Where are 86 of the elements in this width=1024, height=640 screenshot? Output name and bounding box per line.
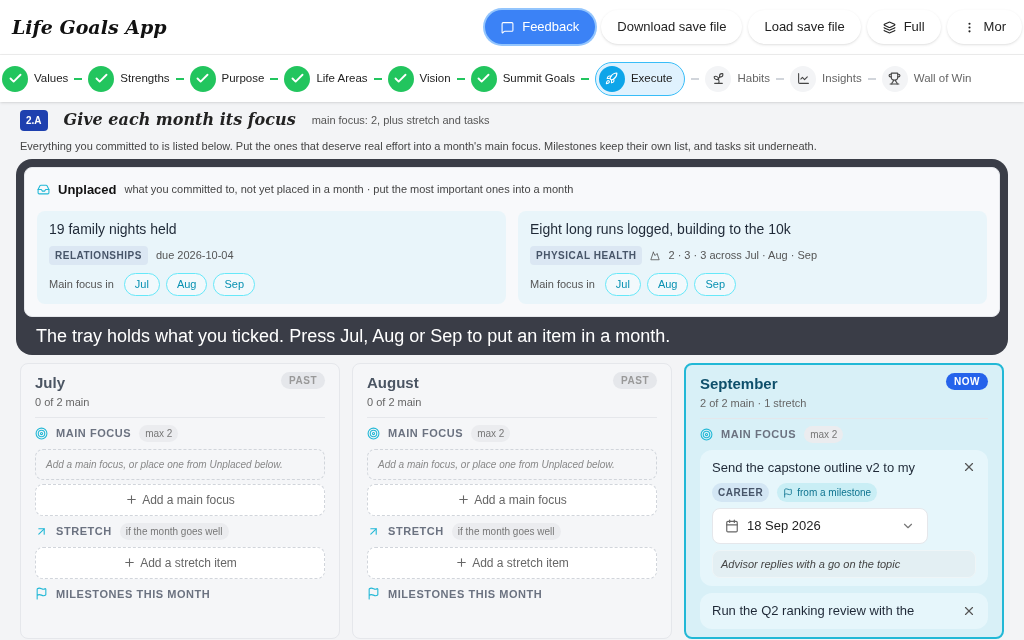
rocket-icon <box>598 65 625 92</box>
plus-icon <box>123 556 137 569</box>
month-name: September <box>700 373 779 394</box>
month-chip[interactable]: Sep <box>694 273 737 296</box>
section-label: STRETCH <box>56 523 112 539</box>
plus-icon <box>455 556 469 569</box>
mountain-icon <box>650 250 661 261</box>
add-stretch-button[interactable]: Add a stretch item <box>367 546 657 579</box>
more-button[interactable]: Mor <box>946 10 1022 44</box>
item-meta: 2 · 3 · 3 across Jul · Aug · Sep <box>668 248 818 264</box>
tray-subtitle: what you committed to, not yet placed in a month · put the most important ones into a month <box>124 182 574 197</box>
empty-hint: Add a main focus, or place one from Unplaced below. <box>35 448 325 480</box>
date-picker[interactable]: 18 Sep 2026 <box>712 508 928 544</box>
month-chip[interactable]: Aug <box>165 273 208 296</box>
app-title: Life Goals App <box>12 14 167 40</box>
empty-hint: Add a main focus, or place one from Unplaced below. <box>367 448 657 480</box>
calendar-icon <box>725 518 739 533</box>
tray-title: Unplaced <box>58 180 117 199</box>
step-tab[interactable]: Purpose <box>189 65 265 92</box>
plus-icon <box>457 493 471 506</box>
target-icon <box>700 427 713 441</box>
focus-title: Run the Q2 ranking review with the <box>712 602 915 620</box>
add-stretch-button[interactable]: Add a stretch item <box>35 546 325 579</box>
full-button[interactable]: Full <box>866 10 941 44</box>
step-tab[interactable]: Vision <box>387 65 451 92</box>
section-label: MAIN FOCUS <box>388 425 464 441</box>
tour-tip: The tray holds what you ticked. Press Jul, Aug or Sep to put an item in a month. <box>35 324 672 347</box>
month-name: August <box>367 372 420 393</box>
month-summary: 0 of 2 main <box>35 395 90 410</box>
area-tag: CAREER <box>712 483 770 502</box>
header-button[interactable]: Download save file <box>601 10 743 44</box>
area-tag: RELATIONSHIPS <box>49 246 148 265</box>
section-title: Give each month its focus <box>63 109 296 131</box>
section-label: STRETCH <box>388 523 444 539</box>
focus-label: Main focus in <box>530 277 595 292</box>
month-badge: PAST <box>281 371 325 389</box>
section-label: MILESTONES THIS MONTH <box>56 586 211 602</box>
section-label: MAIN FOCUS <box>56 425 132 441</box>
step-tab[interactable]: Life Areas <box>284 65 368 92</box>
month-badge: PAST <box>613 371 657 389</box>
flag-icon <box>35 587 48 601</box>
step-tab[interactable]: Strengths <box>88 65 170 92</box>
note-field[interactable]: Advisor replies with a go on the topic <box>712 549 976 578</box>
focus-label: Main focus in <box>49 277 114 292</box>
section-label: MILESTONES THIS MONTH <box>388 586 543 602</box>
step-tab[interactable]: Insights <box>790 65 862 92</box>
step-tab[interactable]: Summit Goals <box>470 65 575 92</box>
step-tab[interactable]: Values <box>2 65 69 92</box>
flag-icon <box>783 487 794 498</box>
month-chip[interactable]: Aug <box>646 273 689 296</box>
section-note: max 2 <box>804 425 844 443</box>
month-chip[interactable]: Sep <box>213 273 256 296</box>
item-meta: due 2026-10-04 <box>155 248 234 264</box>
inbox-icon <box>37 182 50 196</box>
add-main-button[interactable]: Add a main focus <box>35 483 325 516</box>
month-name: July <box>35 372 66 393</box>
area-tag: PHYSICAL HEALTH <box>530 246 643 265</box>
origin-tag: from a milestone <box>777 483 878 502</box>
feedback-button[interactable]: Feedback <box>485 10 596 44</box>
section-note: max 2 <box>139 424 179 442</box>
section-note: if the month goes well <box>119 522 229 540</box>
chat-icon <box>501 20 515 34</box>
target-icon <box>367 426 380 440</box>
section-note: main focus: 2, plus stretch and tasks <box>311 112 490 128</box>
month-summary: 2 of 2 main · 1 stretch <box>700 396 807 411</box>
item-title: 19 family nights held <box>49 220 178 239</box>
flag-icon <box>367 587 380 601</box>
month-badge: NOW <box>946 372 988 390</box>
focus-title: Send the capstone outline v2 to my <box>712 458 916 477</box>
month-chip[interactable]: Jul <box>123 273 160 296</box>
step-tab[interactable]: Execute <box>594 61 686 96</box>
add-main-button[interactable]: Add a main focus <box>367 483 657 516</box>
section-badge: 2.A <box>20 109 48 131</box>
month-chip[interactable]: Jul <box>604 273 641 296</box>
step-tab[interactable]: Habits <box>705 65 771 92</box>
item-title: Eight long runs logged, building to the 10k <box>530 220 792 239</box>
month-summary: 0 of 2 main <box>367 395 422 410</box>
intro-text: Everything you committed to is listed below. Put the ones that deserve real effort into a month's main focus. Milestones keep their own list, and tasks sit underneath. <box>20 139 818 154</box>
target-icon <box>35 426 48 440</box>
section-note: max 2 <box>471 424 511 442</box>
plus-icon <box>125 493 139 506</box>
header-button[interactable]: Load save file <box>748 10 861 44</box>
section-label: MAIN FOCUS <box>721 426 797 442</box>
layers-icon <box>882 20 896 34</box>
section-note: if the month goes well <box>451 522 561 540</box>
step-tab[interactable]: Wall of Win <box>881 65 972 92</box>
